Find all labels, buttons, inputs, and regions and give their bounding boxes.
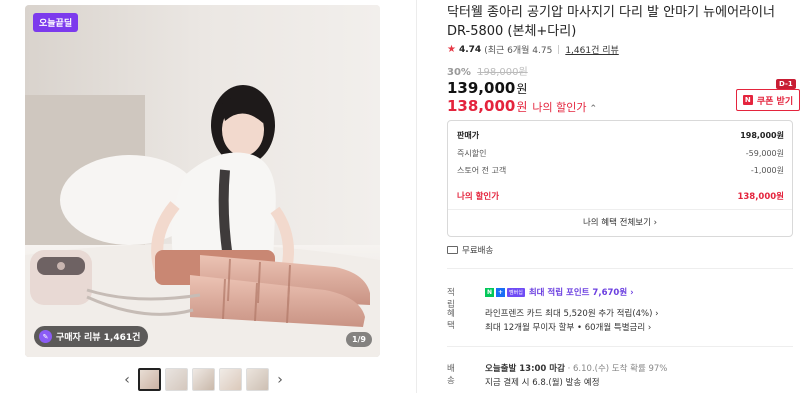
thumbnail-4[interactable] <box>219 368 242 391</box>
delivery-key: 배송 <box>447 364 455 386</box>
section-divider <box>447 268 793 269</box>
product-page: 오늘끝딜 ✎ 구매자 리뷰 1,461건 1/9 ‹ › 닥터웰 종아리 공기압… <box>0 0 800 393</box>
today-deal-badge: 오늘끝딜 <box>33 13 79 32</box>
discount-percent: 30% <box>447 67 471 78</box>
rating-detail: (최근 6개월 4.75 <box>484 46 553 56</box>
naver-n-icon: N <box>742 95 753 105</box>
chevron-up-icon: ⌃ <box>589 104 598 114</box>
price-row-store: 스토어 전 고객 -1,000원 <box>457 165 784 176</box>
sale-price: 139,000원 <box>447 79 527 97</box>
product-title: 닥터웰 종아리 공기압 마사지기 다리 발 안마기 뉴에어라이너 DR-5800… <box>447 5 775 39</box>
my-price-label: 나의 할인가 <box>532 101 587 114</box>
free-shipping-text: 무료배송 <box>462 246 494 256</box>
price-row-final: 나의 할인가 138,000원 <box>457 190 784 202</box>
rating-score: 4.74 <box>458 44 482 55</box>
price-row-label: 스토어 전 고객 <box>457 166 507 175</box>
naverpay-icon: N + 멤버십 <box>485 288 525 297</box>
buyer-review-badge[interactable]: ✎ 구매자 리뷰 1,461건 <box>34 326 149 347</box>
installment-link[interactable]: 최대 12개월 무이자 할부 • 60개월 특별금리 › <box>485 321 651 333</box>
price-row-value: 198,000원 <box>740 131 784 140</box>
original-price-row: 30% 198,000원 <box>447 63 528 78</box>
price-breakdown-box: 판매가 198,000원 즉시할인 -59,000원 스토어 전 고객 -1,0… <box>447 120 793 237</box>
my-discount-price[interactable]: 138,000 원 나의 할인가 ⌃ <box>447 97 597 115</box>
points-value: 최대 적립 포인트 7,670원 › <box>528 288 634 298</box>
thumbnail-strip: ‹ › <box>120 368 287 391</box>
price-row-label: 판매가 <box>457 131 480 140</box>
benefit-key: 혜택 <box>447 309 455 331</box>
original-price: 198,000원 <box>477 67 528 78</box>
my-price-value: 138,000 <box>447 97 516 115</box>
section-divider <box>447 346 793 347</box>
box-divider <box>448 209 792 210</box>
delivery-arrival: · 6.10.(수) 도착 확률 97% <box>567 364 668 374</box>
price-row-list: 판매가 198,000원 <box>457 130 784 141</box>
image-pager: 1/9 <box>345 332 372 347</box>
thumbnail-5[interactable] <box>246 368 269 391</box>
points-value-wrap[interactable]: N + 멤버십 최대 적립 포인트 7,670원 › <box>485 286 634 298</box>
card-benefit-link[interactable]: 라인프렌즈 카드 최대 5,520원 추가 적립(4%) › <box>485 307 659 319</box>
chevron-right-icon[interactable]: › <box>273 370 287 390</box>
delivery-info: 오늘출발 13:00 마감 · 6.10.(수) 도착 확률 97% <box>485 362 667 374</box>
rating-separator <box>558 45 560 54</box>
delivery-schedule: 지금 결제 시 6.8.(월) 발송 예정 <box>485 378 600 388</box>
coupon-button[interactable]: N 쿠폰 받기 <box>736 89 800 111</box>
star-icon: ★ <box>447 44 456 55</box>
my-price-unit: 원 <box>516 100 528 114</box>
thumbnail-1[interactable] <box>138 368 161 391</box>
price-row-label: 즉시할인 <box>457 149 487 158</box>
review-count-link[interactable]: 1,461건 리뷰 <box>565 43 618 56</box>
coupon-label: 쿠폰 받기 <box>756 96 794 107</box>
final-price-value: 138,000원 <box>737 192 784 202</box>
truck-icon <box>447 246 458 254</box>
sale-price-value: 139,000 <box>447 79 516 97</box>
rating-row: ★ 4.74 (최근 6개월 4.75 1,461건 리뷰 <box>447 43 619 56</box>
buyer-review-text: 구매자 리뷰 1,461건 <box>56 333 141 343</box>
free-shipping: 무료배송 <box>447 244 493 256</box>
review-icon: ✎ <box>39 330 52 343</box>
final-price-label: 나의 할인가 <box>457 192 500 202</box>
view-all-benefits-link[interactable]: 나의 혜택 전체보기 › <box>448 216 792 228</box>
thumbnail-3[interactable] <box>192 368 215 391</box>
product-image[interactable]: 오늘끝딜 ✎ 구매자 리뷰 1,461건 1/9 <box>25 5 380 357</box>
column-divider <box>416 0 417 393</box>
price-row-value: -1,000원 <box>750 166 784 175</box>
thumbnail-2[interactable] <box>165 368 188 391</box>
dday-badge: D-1 <box>776 79 796 89</box>
price-row-instant: 즉시할인 -59,000원 <box>457 148 784 159</box>
chevron-left-icon[interactable]: ‹ <box>120 370 134 390</box>
sale-price-unit: 원 <box>516 82 528 96</box>
price-row-value: -59,000원 <box>745 149 784 158</box>
delivery-cutoff: 오늘출발 13:00 마감 <box>485 364 565 374</box>
